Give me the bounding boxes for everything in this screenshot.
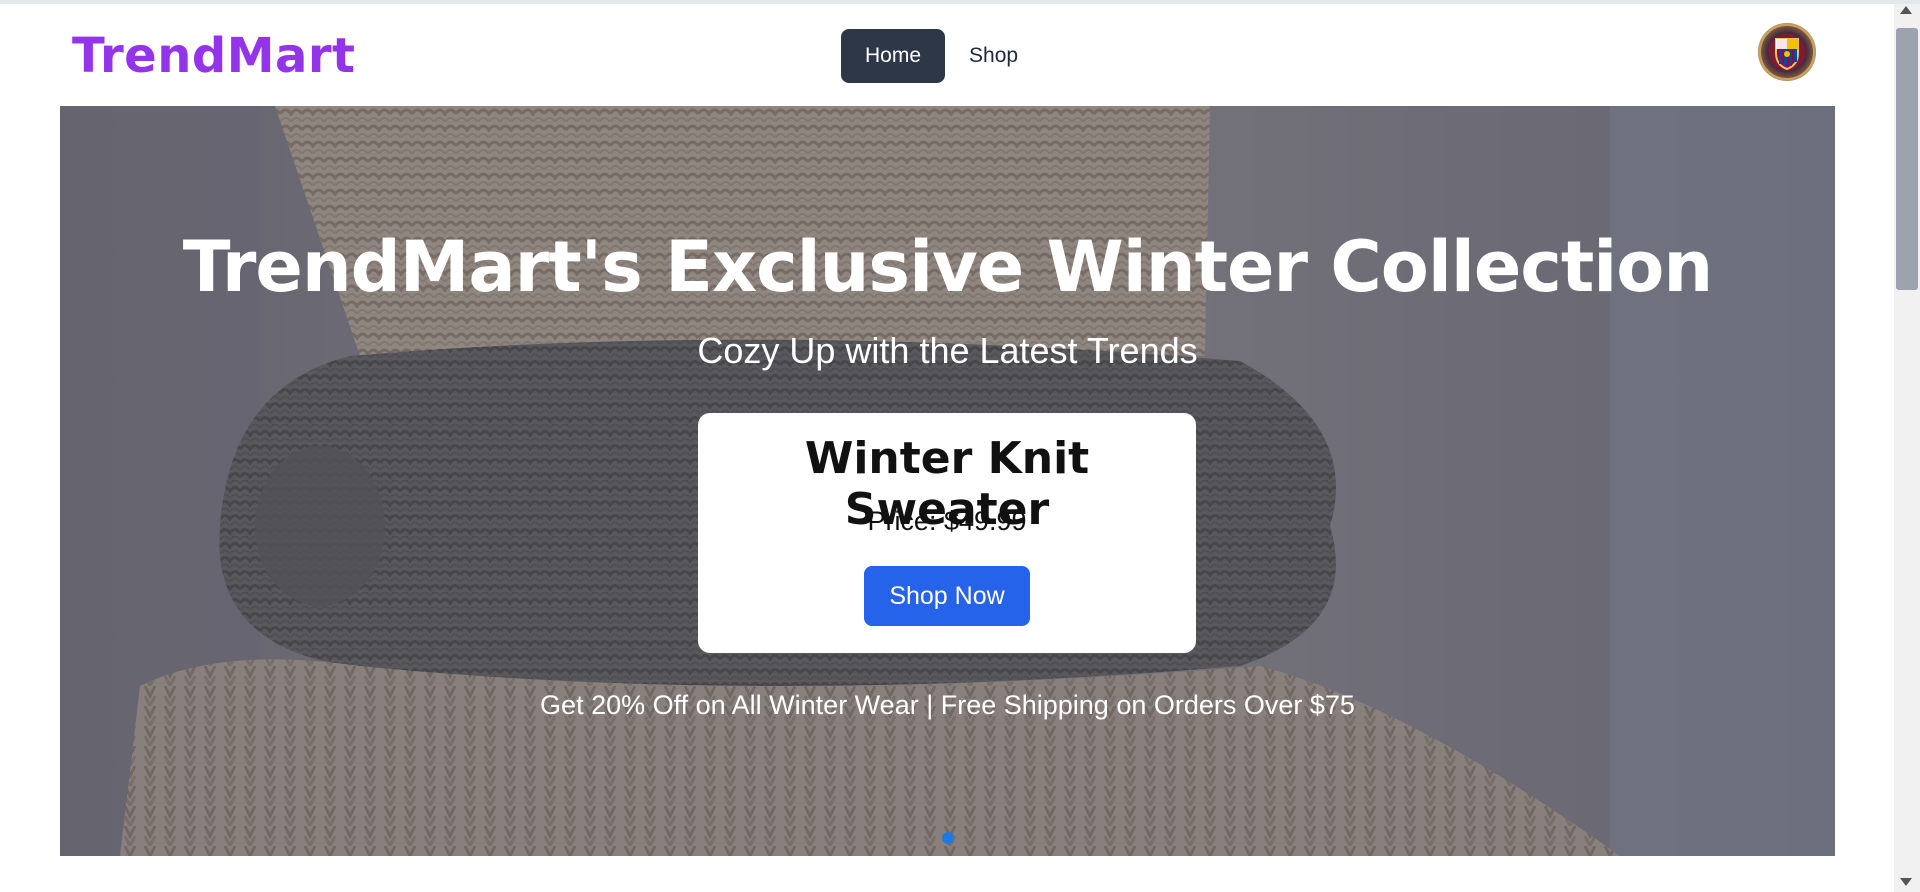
scroll-down-icon[interactable] (1900, 878, 1912, 886)
carousel-indicators (60, 832, 1835, 844)
carousel-dot-active[interactable] (941, 832, 954, 844)
avatar-crest-icon (1759, 24, 1815, 80)
main-nav: Home Shop (841, 29, 1042, 83)
scroll-up-icon[interactable] (1900, 6, 1912, 14)
user-avatar-icon[interactable] (1758, 23, 1816, 81)
shop-now-button[interactable]: Shop Now (864, 566, 1030, 626)
featured-product-card: Winter Knit Sweater Price: $49.99 Shop N… (698, 413, 1196, 653)
nav-item-home[interactable]: Home (841, 29, 946, 83)
page-scrollbar-thumb[interactable] (1896, 28, 1918, 290)
nav-item-shop[interactable]: Shop (945, 29, 1042, 83)
hero-title: TrendMart's Exclusive Winter Collection (182, 226, 1713, 308)
hero-subtitle: Cozy Up with the Latest Trends (697, 330, 1198, 371)
hero-banner: TrendMart's Exclusive Winter Collection … (60, 106, 1835, 856)
promo-text: Get 20% Off on All Winter Wear | Free Sh… (540, 690, 1355, 720)
navbar: TrendMart Home Shop (0, 4, 1894, 106)
product-price: Price: $49.99 (867, 506, 1027, 536)
site-logo[interactable]: TrendMart (72, 28, 356, 84)
